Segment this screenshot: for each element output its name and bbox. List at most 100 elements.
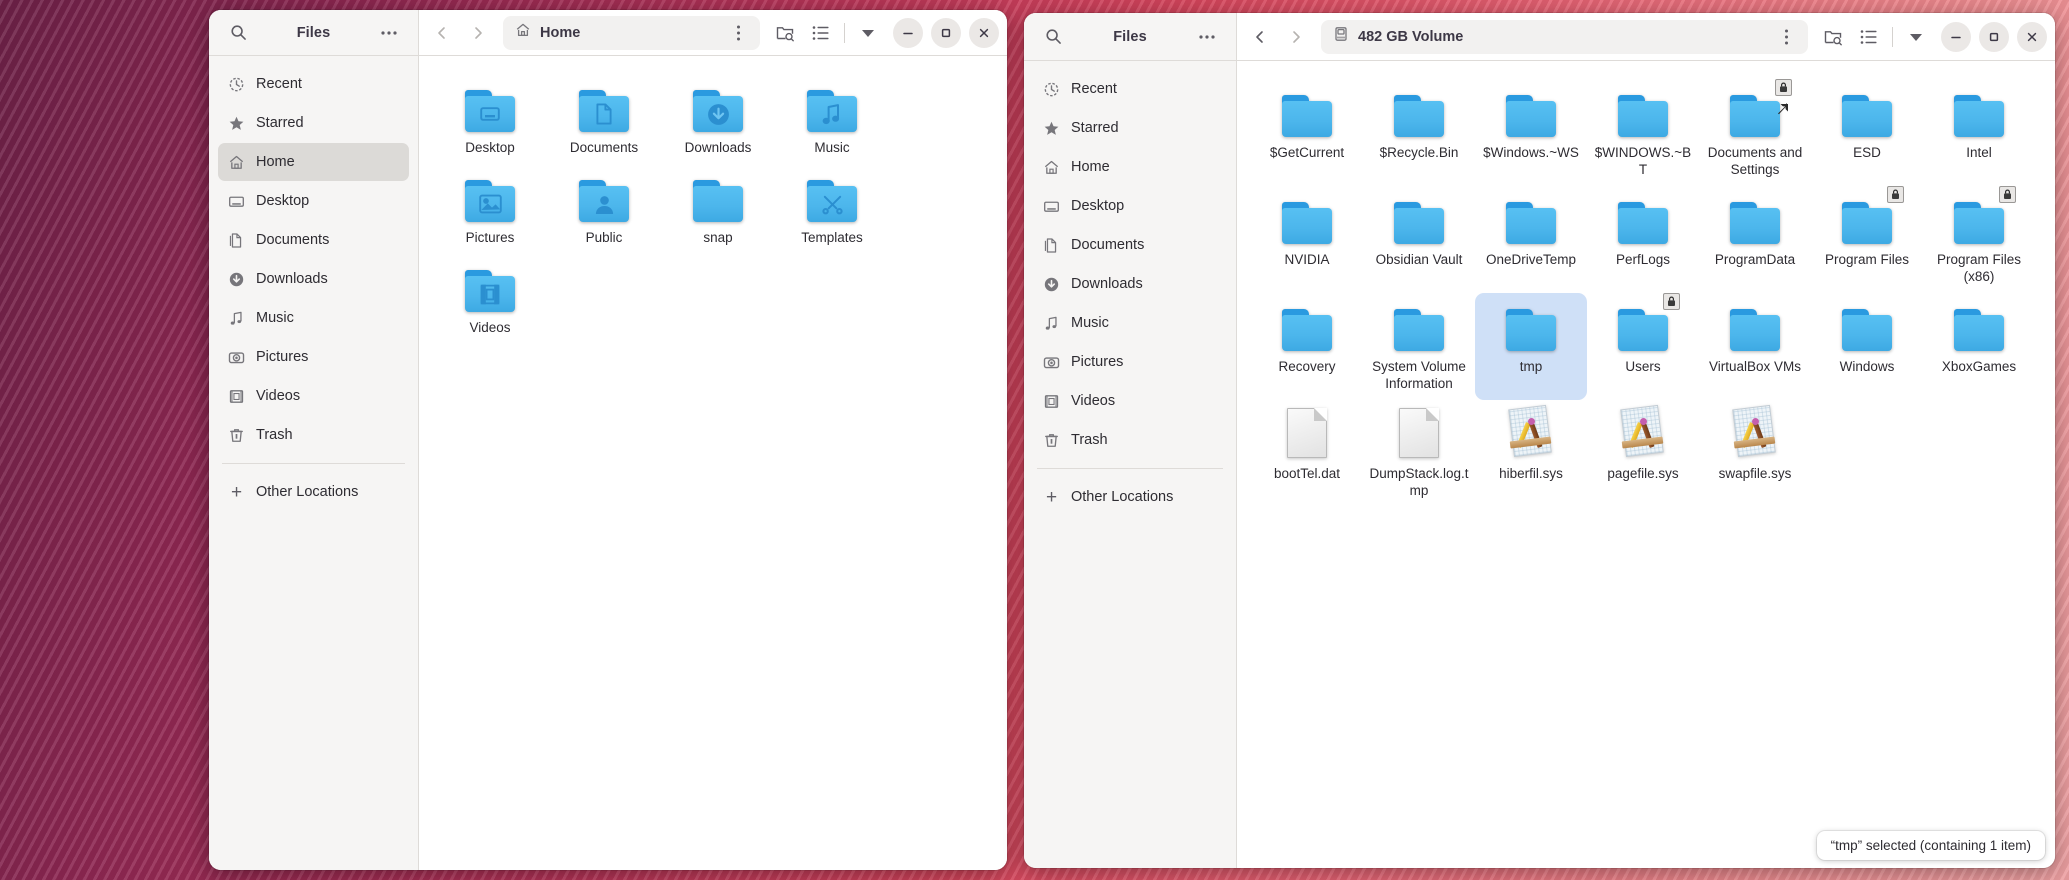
close-icon[interactable] [2017, 21, 2047, 52]
file-item[interactable]: Desktop [433, 74, 547, 164]
sidebar-item-downloads[interactable]: Downloads [218, 260, 409, 298]
sidebar-item-videos[interactable]: Videos [1033, 382, 1227, 420]
file-item[interactable]: ProgramData [1699, 186, 1811, 293]
sidebar-item-recent[interactable]: Recent [218, 65, 409, 103]
sidebar-item-home[interactable]: Home [218, 143, 409, 181]
minimize-icon[interactable] [1941, 21, 1971, 52]
sidebar-item-desktop[interactable]: Desktop [218, 182, 409, 220]
minimize-icon[interactable] [893, 17, 923, 48]
file-item[interactable]: Program Files [1811, 186, 1923, 293]
file-item[interactable]: Downloads [661, 74, 775, 164]
file-item[interactable]: Obsidian Vault [1363, 186, 1475, 293]
file-item[interactable]: bootTel.dat [1251, 400, 1363, 507]
list-view-icon[interactable] [804, 16, 838, 50]
ellipsis-icon[interactable] [1190, 20, 1224, 54]
file-item[interactable]: PerfLogs [1587, 186, 1699, 293]
maximize-icon[interactable] [931, 17, 961, 48]
file-grid-area[interactable]: Desktop Documents Downloads Music Pictures Pu… [419, 56, 1007, 870]
file-item[interactable]: Documents and Settings [1699, 79, 1811, 186]
sidebar-item-starred[interactable]: Starred [1033, 109, 1227, 147]
person-glyph [579, 186, 629, 222]
file-item[interactable]: Videos [433, 254, 547, 344]
file-item[interactable]: swapfile.sys [1699, 400, 1811, 507]
sidebar-item-music[interactable]: Music [1033, 304, 1227, 342]
sidebar-item-recent[interactable]: Recent [1033, 70, 1227, 108]
sidebar-item-pictures[interactable]: Pictures [218, 338, 409, 376]
sidebar-item-documents[interactable]: Documents [1033, 226, 1227, 264]
sidebar-item-documents[interactable]: Documents [218, 221, 409, 259]
chevron-right-icon[interactable] [1279, 20, 1313, 54]
folder-search-icon[interactable] [768, 16, 802, 50]
file-item[interactable]: Program Files (x86) [1923, 186, 2035, 293]
item-label: XboxGames [1941, 359, 2017, 374]
file-item[interactable]: DumpStack.log.tmp [1363, 400, 1475, 507]
file-item[interactable]: Music [775, 74, 889, 164]
file-grid: $GetCurrent $Recycle.Bin $Windows.~WS $WIND… [1237, 61, 2055, 507]
folder-icon [579, 90, 629, 132]
sidebar-item-trash[interactable]: Trash [1033, 421, 1227, 459]
sidebar: Recent Starred Home Desktop Documents Downloa… [1024, 61, 1237, 868]
file-item[interactable]: OneDriveTemp [1475, 186, 1587, 293]
item-icon [457, 170, 523, 222]
file-item[interactable]: VirtualBox VMs [1699, 293, 1811, 400]
file-item[interactable]: hiberfil.sys [1475, 400, 1587, 507]
file-item[interactable]: XboxGames [1923, 293, 2035, 400]
file-item[interactable]: Windows [1811, 293, 1923, 400]
close-icon[interactable] [969, 17, 999, 48]
files-window-volume[interactable]: Files 482 GB Volume Recent Starred Home … [1024, 13, 2055, 868]
chevron-down-icon[interactable] [1899, 20, 1933, 54]
file-item[interactable]: Users [1587, 293, 1699, 400]
file-grid-area[interactable]: $GetCurrent $Recycle.Bin $Windows.~WS $WIND… [1237, 61, 2055, 868]
item-label: Obsidian Vault [1375, 252, 1463, 267]
sidebar-item-desktop[interactable]: Desktop [1033, 187, 1227, 225]
file-item[interactable]: pagefile.sys [1587, 400, 1699, 507]
vertical-ellipsis-icon[interactable] [728, 21, 748, 45]
file-item[interactable]: $Recycle.Bin [1363, 79, 1475, 186]
chevron-left-icon[interactable] [1243, 20, 1277, 54]
file-item[interactable]: Pictures [433, 164, 547, 254]
file-item[interactable]: Documents [547, 74, 661, 164]
file-item[interactable]: Templates [775, 164, 889, 254]
search-icon[interactable] [221, 16, 255, 50]
file-item[interactable]: $Windows.~WS [1475, 79, 1587, 186]
sidebar-item-other-locations[interactable]: + Other Locations [1033, 478, 1227, 516]
file-item[interactable]: Recovery [1251, 293, 1363, 400]
chevron-down-icon[interactable] [851, 16, 885, 50]
file-item[interactable]: ESD [1811, 79, 1923, 186]
path-bar[interactable]: Home [503, 15, 760, 50]
file-item[interactable]: System Volume Information [1363, 293, 1475, 400]
search-icon[interactable] [1036, 20, 1070, 54]
item-label: $Recycle.Bin [1379, 145, 1459, 160]
list-view-icon[interactable] [1852, 20, 1886, 54]
sidebar-item-music[interactable]: Music [218, 299, 409, 337]
sidebar-item-videos[interactable]: Videos [218, 377, 409, 415]
files-window-home[interactable]: Files Home Recent Starred Home Desktop D… [209, 10, 1007, 870]
file-item[interactable]: NVIDIA [1251, 186, 1363, 293]
chevron-left-icon[interactable] [425, 16, 459, 50]
sidebar-item-pictures[interactable]: Pictures [1033, 343, 1227, 381]
recent-clock-icon [228, 76, 245, 93]
path-bar[interactable]: 482 GB Volume [1321, 19, 1808, 54]
ellipsis-icon[interactable] [372, 16, 406, 50]
file-item[interactable]: $GetCurrent [1251, 79, 1363, 186]
file-item[interactable]: snap [661, 164, 775, 254]
item-label: ESD [1853, 145, 1881, 160]
sidebar-item-starred[interactable]: Starred [218, 104, 409, 142]
sidebar-item-label: Recent [256, 76, 302, 92]
home-icon [515, 22, 531, 43]
folder-icon [693, 180, 743, 222]
sidebar-item-trash[interactable]: Trash [218, 416, 409, 454]
file-item[interactable]: Intel [1923, 79, 2035, 186]
file-item[interactable]: $WINDOWS.~BT [1587, 79, 1699, 186]
folder-icon [579, 180, 629, 222]
system-file-icon [1507, 404, 1555, 458]
vertical-ellipsis-icon[interactable] [1776, 25, 1796, 49]
file-item-selected[interactable]: tmp [1475, 293, 1587, 400]
file-item[interactable]: Public [547, 164, 661, 254]
sidebar-item-home[interactable]: Home [1033, 148, 1227, 186]
chevron-right-icon[interactable] [461, 16, 495, 50]
sidebar-item-other-locations[interactable]: + Other Locations [218, 473, 409, 511]
folder-search-icon[interactable] [1816, 20, 1850, 54]
maximize-icon[interactable] [1979, 21, 2009, 52]
sidebar-item-downloads[interactable]: Downloads [1033, 265, 1227, 303]
